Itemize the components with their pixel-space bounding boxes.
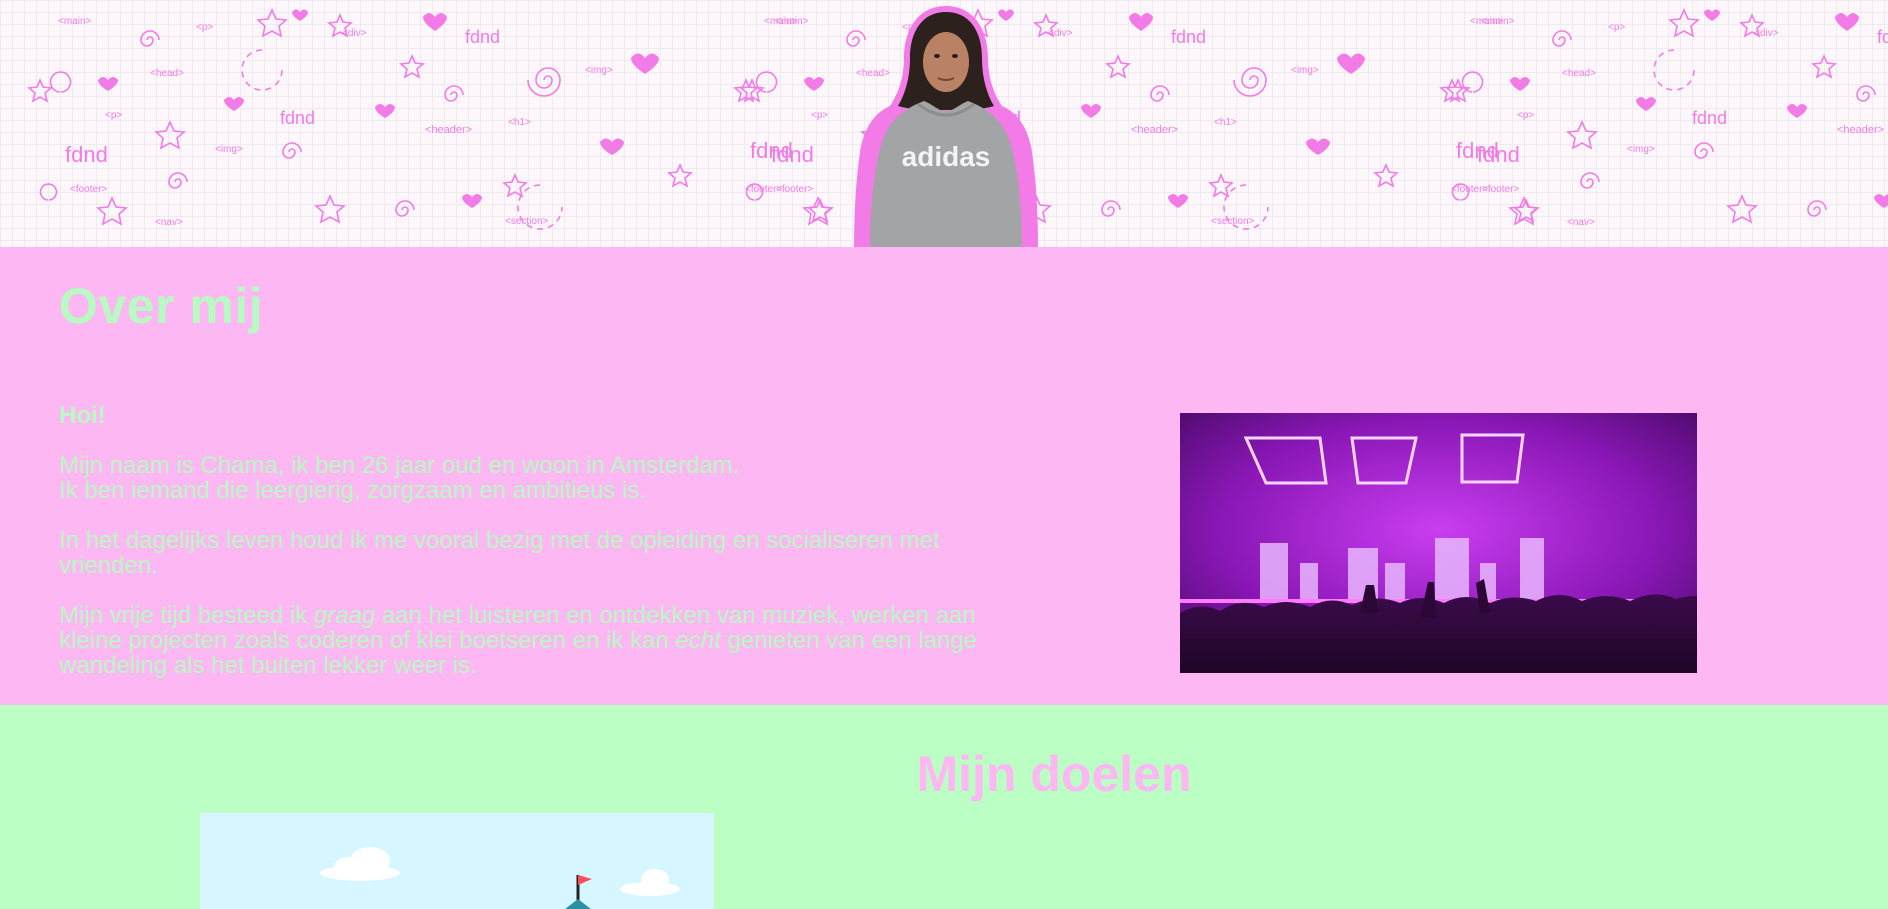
intro-line-1: Mijn naam is Chama, ik ben 26 jaar oud e… [59,452,740,479]
concert-photo [1180,413,1697,673]
goals-section: Mijn doelen [0,705,1888,909]
svg-text:fdnd: fdnd [65,142,108,167]
svg-text:<footer>: <footer> [70,184,107,195]
goals-title: Mijn doelen [916,746,1192,802]
greeting: Hoi! [59,402,106,429]
svg-text:<main>: <main> [58,16,92,27]
goals-illustration [200,813,714,909]
svg-text:<h1>: <h1> [508,117,531,128]
free-emphasis-1: graag [313,602,376,629]
svg-text:fdnd: fdnd [465,27,500,47]
daily-paragraph: In het dagelijks leven houd ik me vooral… [59,527,940,579]
svg-text:<div>: <div> [342,28,367,39]
svg-text:<p>: <p> [105,110,122,121]
free-time-paragraph: Mijn vrije tijd besteed ik graag aan het… [59,603,989,678]
svg-text:adidas: adidas [902,141,991,172]
about-title: Over mij [59,278,264,334]
doodle-tile: <main> <p> <div> fdnd <head> <img> <p> f… [27,8,833,230]
svg-text:<section>: <section> [505,216,549,227]
intro-paragraph: Mijn naam is Chama, ik ben 26 jaar oud e… [59,453,989,503]
svg-text:<p>: <p> [196,22,213,33]
svg-text:<img>: <img> [215,144,243,155]
portrait-photo: adidas [854,6,1038,247]
intro-line-2: Ik ben iemand die leergierig, zorgzaam e… [59,477,646,504]
svg-text:<img>: <img> [585,65,613,76]
hero-banner: <main> <p> <div> fdnd <head> <img> <p> f… [0,0,1888,247]
free-emphasis-2: echt [675,627,721,654]
free-text-1: Mijn vrije tijd besteed ik [59,602,314,629]
svg-text:fdnd: fdnd [280,108,315,128]
svg-text:<header>: <header> [425,124,472,136]
about-section: Over mij Hoi! Mijn naam is Chama, ik ben… [0,247,1888,705]
about-text: Hoi! Mijn naam is Chama, ik ben 26 jaar … [59,403,989,703]
svg-text:<nav>: <nav> [155,217,183,228]
svg-text:<head>: <head> [150,68,184,79]
